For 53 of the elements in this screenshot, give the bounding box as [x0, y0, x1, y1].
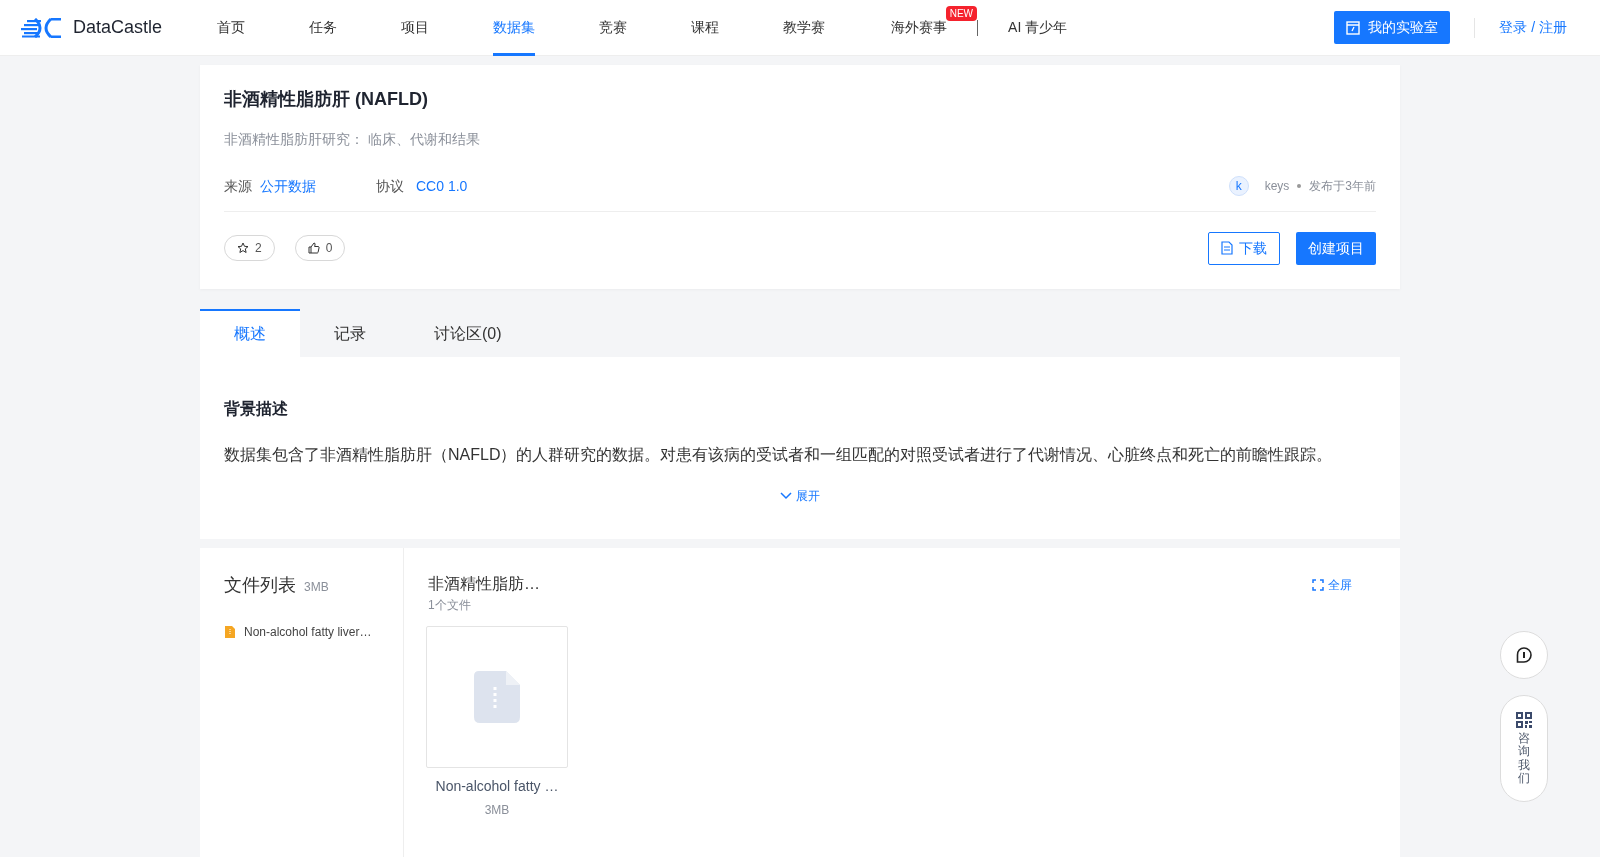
lab-icon — [1346, 20, 1361, 35]
files-size: 3MB — [304, 578, 329, 596]
license-label: 协议 — [376, 176, 404, 196]
brand-name: DataCastle — [73, 16, 163, 39]
source-link[interactable]: 公开数据 — [260, 175, 316, 197]
dataset-title: 非酒精性脂肪肝 (NAFLD) — [224, 89, 429, 111]
file-name: Non-alcohol fatty … — [435, 776, 559, 796]
info-bubble-icon — [1516, 647, 1532, 663]
folder-name: 非酒精性脂肪… — [428, 573, 540, 594]
document-icon — [1221, 241, 1233, 256]
feedback-button[interactable] — [1500, 631, 1548, 679]
consult-button[interactable]: 咨询我们 — [1500, 695, 1548, 802]
expand-link[interactable]: 展开 — [780, 486, 820, 505]
nav-link[interactable]: 课程 — [691, 0, 720, 56]
nav-link[interactable]: AI 青少年 — [1008, 0, 1068, 56]
nav-link[interactable]: 海外赛事 — [891, 0, 948, 56]
fullscreen-icon — [1312, 578, 1324, 591]
tab[interactable]: 讨论区(0) — [400, 308, 536, 357]
file-count: 1个文件 — [428, 596, 472, 614]
create-project-button[interactable]: 创建项目 — [1296, 231, 1376, 265]
login-link[interactable]: 登录 / 注册 — [1499, 17, 1567, 38]
qr-code-icon — [1516, 712, 1532, 729]
description-text: 数据集包含了非酒精性脂肪肝（NAFLD）的人群研究的数据。对患有该病的受试者和一组匹配的对照受试者进行了代谢情况、心脏终点和死亡的前瞻性跟踪。 — [224, 444, 1334, 465]
brand-logo[interactable]: DataCastle — [21, 14, 163, 41]
nav-link[interactable]: 数据集 — [493, 0, 536, 56]
nav-link[interactable]: 项目 — [401, 0, 430, 56]
author-avatar: k — [1228, 176, 1249, 197]
nav-link[interactable]: 首页 — [217, 0, 246, 56]
file-size: 3MB — [484, 801, 510, 819]
files-title: 文件列表 — [224, 573, 296, 597]
nav-link[interactable]: 教学赛 — [783, 0, 826, 56]
publish-time: 发布于3年前 — [1309, 178, 1376, 196]
fullscreen-link[interactable]: 全屏 — [1312, 575, 1352, 594]
separator-dot — [1297, 184, 1302, 189]
zip-file-icon — [474, 670, 520, 723]
star-icon — [237, 242, 249, 255]
tab[interactable]: 概述 — [200, 308, 300, 357]
chevron-down-icon — [780, 491, 792, 500]
nav-link[interactable]: 竞赛 — [599, 0, 628, 56]
download-button[interactable]: 下载 — [1208, 231, 1280, 265]
file-item[interactable]: Non-alcohol fatty liver… — [224, 622, 379, 641]
license-link[interactable]: CC0 1.0 — [416, 175, 468, 197]
dataset-subtitle: 非酒精性脂肪肝研究： 临床、代谢和结果 — [224, 129, 481, 149]
nav-link[interactable]: 任务 — [309, 0, 338, 56]
new-badge: NEW — [945, 5, 978, 21]
lab-button[interactable]: 我的实验室 — [1334, 11, 1451, 44]
tab[interactable]: 记录 — [300, 308, 400, 357]
section-heading: 背景描述 — [224, 398, 289, 419]
star-button[interactable]: 2 — [224, 235, 275, 262]
zip-file-icon — [224, 624, 236, 639]
thumbs-up-icon — [307, 242, 320, 255]
like-button[interactable]: 0 — [294, 235, 346, 262]
source-label: 来源 — [224, 176, 252, 196]
